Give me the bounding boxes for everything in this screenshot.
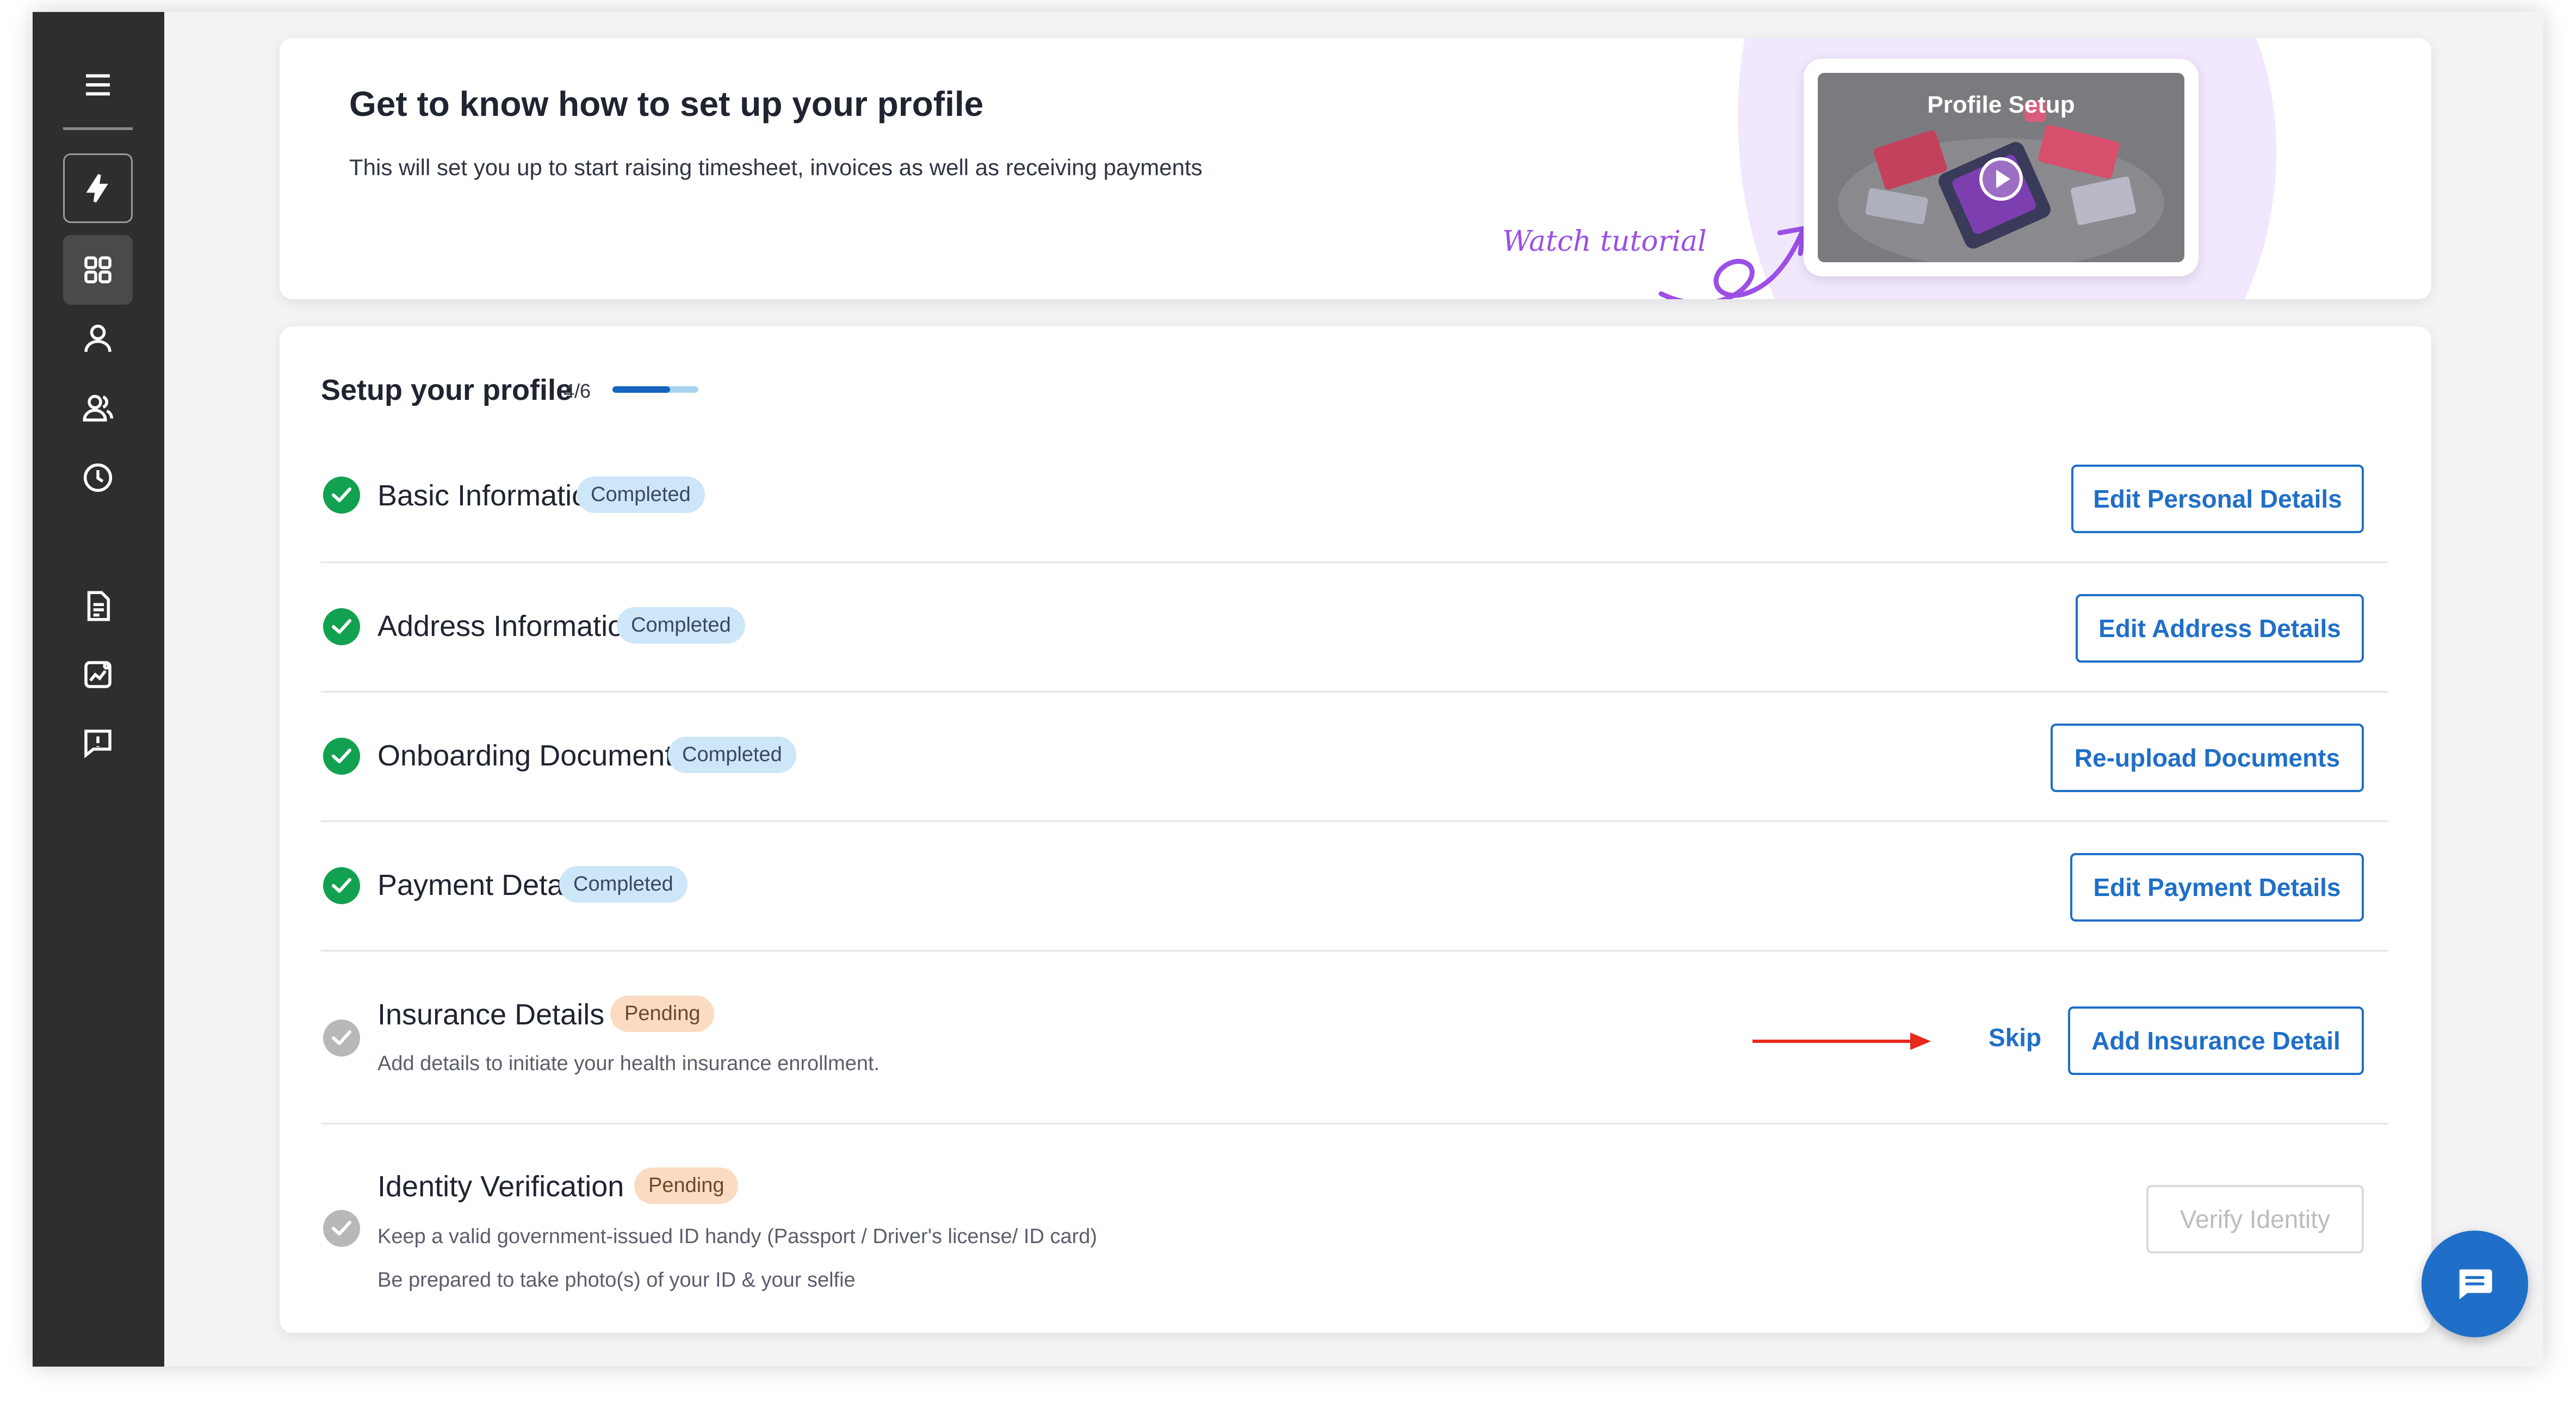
setup-row-address-information: Address Information Completed Edit Addre… xyxy=(280,563,2431,693)
users-icon[interactable] xyxy=(63,373,133,443)
check-circle-icon xyxy=(323,608,360,645)
edit-payment-details-button[interactable]: Edit Payment Details xyxy=(2070,853,2364,922)
check-circle-icon xyxy=(323,477,360,514)
clock-icon[interactable] xyxy=(63,443,133,512)
lightning-icon[interactable] xyxy=(63,153,133,223)
feedback-icon[interactable] xyxy=(63,708,133,778)
video-title: Profile Setup xyxy=(1927,91,2075,118)
banner-title: Get to know how to set up your profile xyxy=(349,84,984,123)
curly-arrow-icon xyxy=(1658,226,1806,299)
re-upload-documents-button[interactable]: Re-upload Documents xyxy=(2051,724,2364,792)
row-description: Add details to initiate your health insu… xyxy=(377,1052,880,1075)
status-badge: Completed xyxy=(668,737,796,773)
status-badge: Completed xyxy=(617,607,745,644)
dashboard-grid-icon[interactable] xyxy=(63,235,133,305)
row-label: Onboarding Documents xyxy=(377,739,688,772)
row-label: Basic Information xyxy=(377,479,605,512)
progress-count: 4/6 xyxy=(564,380,591,402)
chat-icon xyxy=(2459,1269,2492,1300)
status-badge: Completed xyxy=(577,477,705,513)
check-circle-icon xyxy=(323,738,360,775)
setup-row-basic-information: Basic Information Completed Edit Persona… xyxy=(280,433,2431,563)
menu-icon[interactable] xyxy=(63,50,133,120)
sidebar xyxy=(33,12,164,1367)
row-description-secondary: Be prepared to take photo(s) of your ID … xyxy=(377,1269,856,1292)
play-icon[interactable] xyxy=(1977,155,2026,203)
red-arrow-icon xyxy=(1753,1033,1931,1050)
video-preview[interactable]: Profile Setup xyxy=(1818,73,2184,262)
verify-identity-button[interactable]: Verify Identity xyxy=(2146,1185,2364,1253)
status-badge: Pending xyxy=(610,996,715,1032)
setup-row-identity-verification: Identity Verification Pending Keep a val… xyxy=(280,1124,2431,1325)
setup-profile-card: Setup your profile 4/6 Basic Information… xyxy=(280,326,2431,1333)
status-badge: Pending xyxy=(634,1167,739,1204)
check-circle-icon xyxy=(323,1020,360,1057)
row-label: Insurance Details xyxy=(377,998,605,1031)
progress-bar-fill xyxy=(612,386,670,393)
skip-link[interactable]: Skip xyxy=(1989,1023,2041,1052)
setup-row-onboarding-documents: Onboarding Documents Completed Re-upload… xyxy=(280,692,2431,822)
edit-personal-details-button[interactable]: Edit Personal Details xyxy=(2071,465,2364,533)
document-icon[interactable] xyxy=(63,571,133,641)
chat-button[interactable] xyxy=(2422,1231,2528,1337)
row-label: Identity Verification xyxy=(377,1170,624,1203)
check-circle-icon xyxy=(323,867,360,904)
chart-icon[interactable] xyxy=(63,640,133,709)
setup-row-payment-details: Payment Details Completed Edit Payment D… xyxy=(280,821,2431,952)
setup-row-insurance-details: Insurance Details Pending Add details to… xyxy=(280,951,2431,1125)
tutorial-banner: Get to know how to set up your profile T… xyxy=(280,38,2431,299)
video-thumbnail[interactable]: Profile Setup xyxy=(1804,59,2199,276)
row-description: Keep a valid government-issued ID handy … xyxy=(377,1225,1098,1248)
app-window: Get to know how to set up your profile T… xyxy=(33,12,2543,1367)
check-circle-icon xyxy=(323,1210,360,1247)
sidebar-divider xyxy=(63,127,133,130)
edit-address-details-button[interactable]: Edit Address Details xyxy=(2076,594,2364,663)
status-badge: Completed xyxy=(559,866,688,903)
row-label: Address Information xyxy=(377,610,641,642)
setup-title: Setup your profile xyxy=(321,374,573,406)
add-insurance-detail-button[interactable]: Add Insurance Detail xyxy=(2068,1006,2364,1075)
banner-subtitle: This will set you up to start raising ti… xyxy=(349,155,1203,180)
user-icon[interactable] xyxy=(63,304,133,373)
progress-bar xyxy=(612,386,698,393)
